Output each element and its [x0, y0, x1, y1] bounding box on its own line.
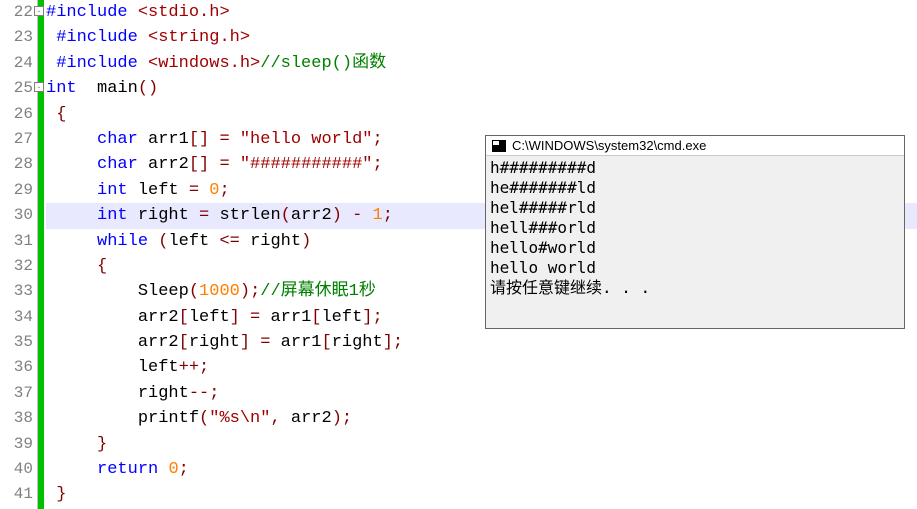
code-line[interactable]: }	[46, 482, 917, 507]
code-line[interactable]: #include <string.h>	[46, 25, 917, 50]
line-number: 24	[0, 51, 33, 76]
code-line[interactable]: arr2[right] = arr1[right];	[46, 330, 917, 355]
terminal-line: 请按任意键继续. . .	[490, 278, 900, 298]
terminal-line: hello#world	[490, 238, 900, 258]
line-number: 22	[0, 0, 33, 25]
terminal-output: h#########dhe#######ldhel#####rldhell###…	[486, 156, 904, 328]
fold-marker-icon[interactable]: -	[34, 82, 44, 92]
line-number: 30	[0, 203, 33, 228]
code-line[interactable]: {	[46, 102, 917, 127]
terminal-line: hell###orld	[490, 218, 900, 238]
line-number: 28	[0, 152, 33, 177]
terminal-titlebar: C:\WINDOWS\system32\cmd.exe	[486, 136, 904, 156]
terminal-line: hel#####rld	[490, 198, 900, 218]
code-line[interactable]: printf("%s\n", arr2);	[46, 406, 917, 431]
line-number: 39	[0, 432, 33, 457]
line-number: 25	[0, 76, 33, 101]
line-number: 31	[0, 229, 33, 254]
line-number: 34	[0, 305, 33, 330]
terminal-window: C:\WINDOWS\system32\cmd.exe h#########dh…	[485, 135, 905, 329]
line-number-gutter: 2223242526272829303132333435363738394041	[0, 0, 38, 509]
code-line[interactable]: }	[46, 432, 917, 457]
terminal-line: he#######ld	[490, 178, 900, 198]
code-line[interactable]: return 0;	[46, 457, 917, 482]
line-number: 36	[0, 355, 33, 380]
line-number: 40	[0, 457, 33, 482]
terminal-title-text: C:\WINDOWS\system32\cmd.exe	[512, 138, 706, 153]
code-line[interactable]: right--;	[46, 381, 917, 406]
terminal-line: h#########d	[490, 158, 900, 178]
line-number: 27	[0, 127, 33, 152]
line-number: 32	[0, 254, 33, 279]
line-number: 23	[0, 25, 33, 50]
line-number: 37	[0, 381, 33, 406]
line-number: 38	[0, 406, 33, 431]
line-number: 41	[0, 482, 33, 507]
code-line[interactable]: -int main()	[46, 76, 917, 101]
line-number: 35	[0, 330, 33, 355]
terminal-line: hello world	[490, 258, 900, 278]
cmd-icon	[492, 140, 506, 152]
code-line[interactable]: left++;	[46, 355, 917, 380]
code-line[interactable]: -#include <stdio.h>	[46, 0, 917, 25]
line-number: 29	[0, 178, 33, 203]
code-line[interactable]: #include <windows.h>//sleep()函数	[46, 51, 917, 76]
line-number: 33	[0, 279, 33, 304]
fold-marker-icon[interactable]: -	[34, 6, 44, 16]
line-number: 26	[0, 102, 33, 127]
